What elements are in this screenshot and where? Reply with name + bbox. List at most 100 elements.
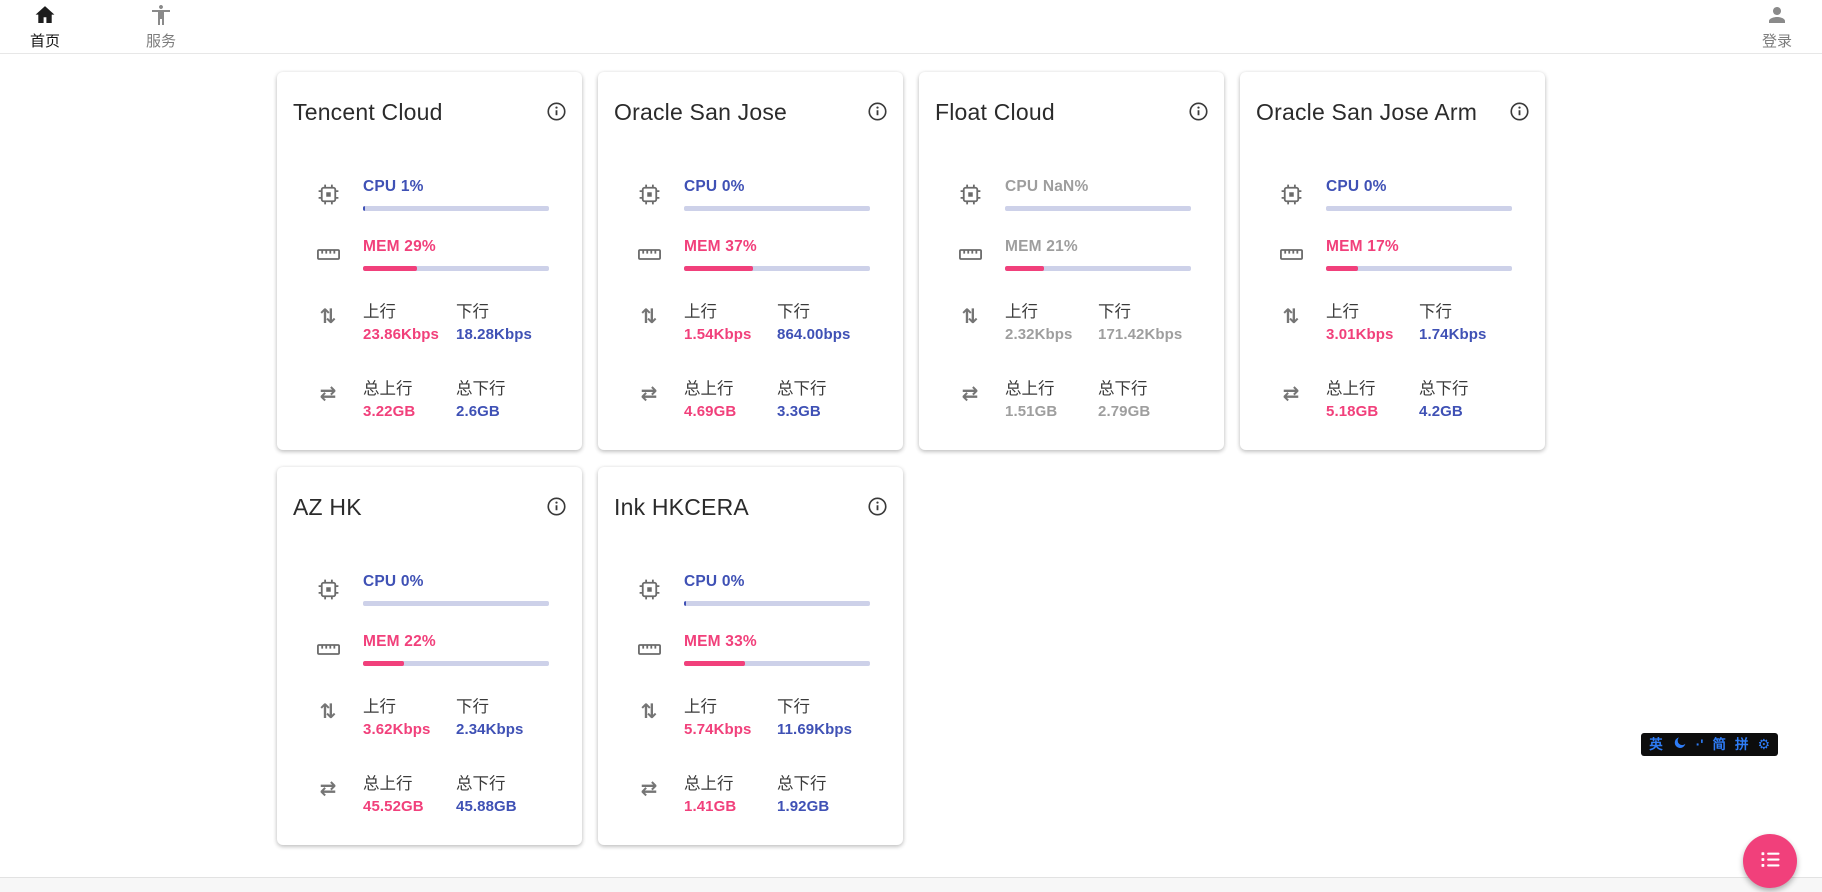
nav-home-label: 首页 [30, 33, 60, 50]
total-upload-value: 1.51GB [1005, 403, 1098, 420]
upload-value: 3.62Kbps [363, 721, 456, 738]
cpu-chip-icon [614, 576, 684, 603]
total-upload-value: 1.41GB [684, 798, 777, 815]
server-name: Oracle San Jose [614, 98, 787, 126]
mem-usage-label: MEM 33% [684, 633, 870, 651]
cpu-progress-fill [684, 601, 686, 606]
ime-tray[interactable]: 英 ·' 简 拼 ⚙ [1641, 733, 1778, 756]
total-upload-label: 总上行 [363, 375, 456, 399]
download-value: 11.69Kbps [777, 721, 870, 738]
ime-layout-toggle[interactable]: 拼 [1735, 738, 1749, 752]
cpu-usage-label: CPU 1% [363, 178, 549, 196]
total-download-label: 总下行 [1419, 375, 1512, 399]
total-upload-value: 3.22GB [363, 403, 456, 420]
total-upload-label: 总上行 [363, 770, 456, 794]
cpu-progress-bar [363, 601, 549, 606]
upload-label: 上行 [1326, 298, 1419, 322]
cpu-chip-icon [935, 181, 1005, 208]
mem-progress-fill [684, 266, 753, 271]
ruler-icon [614, 241, 684, 268]
server-list-fab[interactable] [1743, 834, 1797, 888]
ime-english-toggle[interactable]: 英 [1649, 738, 1663, 752]
mem-usage-label: MEM 17% [1326, 238, 1512, 256]
total-download-label: 总下行 [456, 770, 549, 794]
download-value: 864.00bps [777, 326, 870, 343]
mem-progress-bar [684, 661, 870, 666]
swap-horizontal-icon: ⇄ [614, 776, 684, 800]
total-download-label: 总下行 [456, 375, 549, 399]
cpu-chip-icon [1256, 181, 1326, 208]
total-download-value: 4.2GB [1419, 403, 1512, 420]
mem-progress-fill [684, 661, 745, 666]
info-icon[interactable] [1506, 98, 1533, 125]
mem-progress-fill [1005, 266, 1044, 271]
total-download-label: 总下行 [777, 375, 870, 399]
mem-usage-label: MEM 22% [363, 633, 549, 651]
ime-charset-toggle[interactable]: 简 [1712, 738, 1726, 752]
download-label: 下行 [777, 693, 870, 717]
cpu-progress-bar [684, 601, 870, 606]
swap-vertical-icon: ⇅ [1256, 304, 1326, 328]
swap-horizontal-icon: ⇄ [293, 381, 363, 405]
ruler-icon [1256, 241, 1326, 268]
swap-horizontal-icon: ⇄ [614, 381, 684, 405]
total-upload-label: 总上行 [684, 770, 777, 794]
download-value: 18.28Kbps [456, 326, 549, 343]
cpu-usage-label: CPU 0% [684, 573, 870, 591]
footer-divider [0, 877, 1822, 892]
info-icon[interactable] [864, 98, 891, 125]
server-name: Ink HKCERA [614, 493, 749, 521]
cpu-progress-bar [1005, 206, 1191, 211]
upload-value: 23.86Kbps [363, 326, 456, 343]
mem-progress-bar [684, 266, 870, 271]
total-upload-label: 总上行 [684, 375, 777, 399]
nav-item-services[interactable]: 服务 [146, 3, 176, 50]
cpu-usage-label: CPU 0% [363, 573, 549, 591]
home-icon [33, 3, 57, 32]
ruler-icon [293, 636, 363, 663]
total-download-value: 2.79GB [1098, 403, 1191, 420]
total-upload-label: 总上行 [1005, 375, 1098, 399]
cpu-progress-bar [684, 206, 870, 211]
cpu-chip-icon [293, 576, 363, 603]
swap-vertical-icon: ⇅ [935, 304, 1005, 328]
swap-vertical-icon: ⇅ [614, 304, 684, 328]
mem-progress-fill [1326, 266, 1358, 271]
mem-usage-label: MEM 29% [363, 238, 549, 256]
swap-horizontal-icon: ⇄ [935, 381, 1005, 405]
cpu-chip-icon [614, 181, 684, 208]
mem-progress-bar [1005, 266, 1191, 271]
nav-login-label: 登录 [1762, 33, 1792, 50]
swap-horizontal-icon: ⇄ [293, 776, 363, 800]
gear-icon[interactable]: ⚙ [1757, 738, 1770, 752]
info-icon[interactable] [864, 493, 891, 520]
swap-horizontal-icon: ⇄ [1256, 381, 1326, 405]
cpu-progress-fill [363, 206, 365, 211]
upload-label: 上行 [1005, 298, 1098, 322]
download-label: 下行 [1098, 298, 1191, 322]
mem-usage-label: MEM 37% [684, 238, 870, 256]
list-icon [1757, 846, 1784, 876]
upload-value: 5.74Kbps [684, 721, 777, 738]
nav-item-login[interactable]: 登录 [1762, 3, 1792, 50]
swap-vertical-icon: ⇅ [293, 304, 363, 328]
ime-punctuation-toggle[interactable]: ·' [1696, 738, 1704, 752]
server-name: Oracle San Jose Arm [1256, 98, 1477, 126]
cpu-usage-label: CPU 0% [1326, 178, 1512, 196]
swap-vertical-icon: ⇅ [293, 699, 363, 723]
server-name: Float Cloud [935, 98, 1055, 126]
moon-icon[interactable] [1672, 736, 1687, 754]
info-icon[interactable] [543, 493, 570, 520]
server-card-grid: Tencent Cloud CPU 1% MEM 29% [277, 72, 1545, 845]
accessibility-icon [149, 3, 173, 32]
person-icon [1765, 3, 1789, 32]
nav-item-home[interactable]: 首页 [30, 3, 60, 50]
server-card-ink-hkcera: Ink HKCERA CPU 0% MEM 33% [598, 467, 903, 845]
ruler-icon [293, 241, 363, 268]
info-icon[interactable] [543, 98, 570, 125]
download-value: 171.42Kbps [1098, 326, 1191, 343]
info-icon[interactable] [1185, 98, 1212, 125]
mem-progress-bar [363, 661, 549, 666]
cpu-usage-label: CPU 0% [684, 178, 870, 196]
mem-progress-fill [363, 266, 417, 271]
